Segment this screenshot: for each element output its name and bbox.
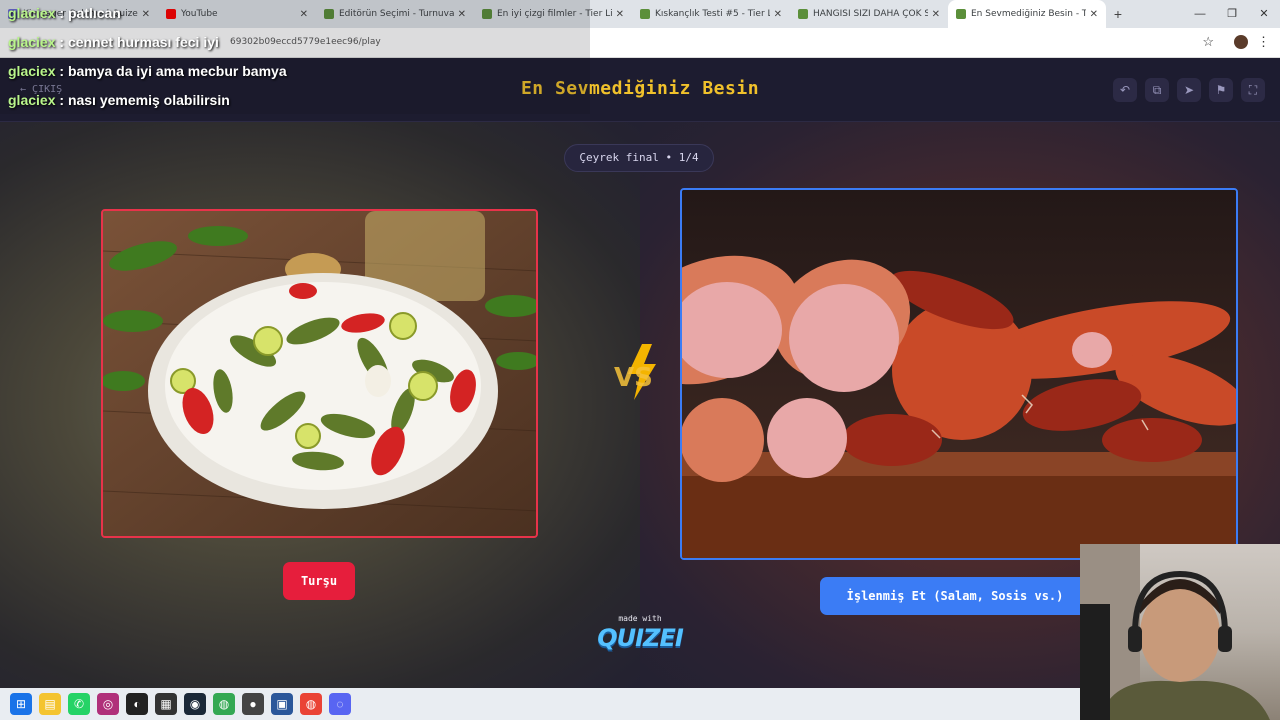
flag-icon[interactable]: ⚑ <box>1209 78 1233 102</box>
chat-text: bamya da iyi ama mecbur bamya <box>67 63 287 79</box>
app-icon[interactable]: ◐ <box>126 693 148 715</box>
tab-favicon-icon <box>640 9 650 19</box>
whatsapp-icon[interactable]: ✆ <box>68 693 90 715</box>
chat-username: glaciex <box>8 63 56 79</box>
tab-close-icon[interactable]: ✕ <box>932 9 940 20</box>
chat-message: glaciex : cennet hurması feci iyi <box>8 34 219 50</box>
chrome-active-icon[interactable]: ◍ <box>300 693 322 715</box>
chat-text: patlıcan <box>67 5 121 21</box>
quizei-logo[interactable]: QUIZEI <box>590 624 690 652</box>
send-icon[interactable]: ➤ <box>1177 78 1201 102</box>
tab-title: Kıskançlık Testi #5 - Tier List | K <box>655 9 770 19</box>
app-icon[interactable]: ▦ <box>155 693 177 715</box>
browser-menu-icon[interactable]: ⋮ <box>1257 34 1270 50</box>
app-icon[interactable]: ▣ <box>271 693 293 715</box>
tab-title: En Sevmediğiniz Besin - Tier Li <box>971 9 1086 19</box>
browser-tab[interactable]: HANGİSİ SİZİ DAHA ÇOK STRES ✕ <box>790 0 948 28</box>
browser-tab-active[interactable]: En Sevmediğiniz Besin - Tier Li ✕ <box>948 0 1106 28</box>
left-choice-card[interactable] <box>101 209 538 538</box>
close-window-icon[interactable]: ✕ <box>1248 0 1280 28</box>
chat-message: glaciex : patlıcan <box>8 5 121 21</box>
processed-meat-image <box>682 190 1236 558</box>
start-windows-icon[interactable]: ⊞ <box>10 693 32 715</box>
undo-icon[interactable]: ↶ <box>1113 78 1137 102</box>
chat-username: glaciex <box>8 5 56 21</box>
vs-text: VS <box>614 363 653 393</box>
streamer-webcam-image <box>1080 544 1270 720</box>
left-choice-button[interactable]: Turşu <box>283 562 355 600</box>
round-badge: Çeyrek final • 1/4 <box>564 144 714 172</box>
tab-favicon-icon <box>956 9 966 19</box>
app-icon[interactable]: ● <box>242 693 264 715</box>
profile-avatar[interactable] <box>1234 35 1248 49</box>
window-controls: — ❐ ✕ <box>1184 0 1280 28</box>
os-taskbar: ⊞ ▤ ✆ ◎ ◐ ▦ ◉ ◍ ● ▣ ◍ ◌ <box>0 688 1080 720</box>
share-icon[interactable]: ⧉ <box>1145 78 1169 102</box>
right-choice-button[interactable]: İşlenmiş Et (Salam, Sosis vs.) <box>820 577 1090 615</box>
app-icon[interactable]: ◎ <box>97 693 119 715</box>
file-explorer-icon[interactable]: ▤ <box>39 693 61 715</box>
right-choice-card[interactable] <box>680 188 1238 560</box>
webcam-overlay <box>1080 544 1280 720</box>
tab-favicon-icon <box>798 9 808 19</box>
tab-close-icon[interactable]: ✕ <box>616 9 624 20</box>
vs-lightning-icon: VS <box>614 344 656 400</box>
chat-username: glaciex <box>8 92 56 108</box>
steam-icon[interactable]: ◉ <box>184 693 206 715</box>
tab-close-icon[interactable]: ✕ <box>774 9 782 20</box>
fullscreen-icon[interactable]: ⛶ <box>1241 78 1265 102</box>
bookmark-star-icon[interactable]: ☆ <box>1202 34 1214 50</box>
new-tab-plus-icon[interactable]: + <box>1106 6 1130 22</box>
tab-close-icon[interactable]: ✕ <box>1090 9 1098 20</box>
pickles-image <box>103 211 536 536</box>
maximize-icon[interactable]: ❐ <box>1216 0 1248 28</box>
made-with-label: made with <box>618 614 662 623</box>
chat-message: glaciex : nası yememiş olabilirsin <box>8 92 230 108</box>
chat-text: cennet hurması feci iyi <box>67 34 219 50</box>
tab-title: HANGİSİ SİZİ DAHA ÇOK STRES <box>813 9 928 19</box>
chrome-icon[interactable]: ◍ <box>213 693 235 715</box>
browser-tab[interactable]: Kıskançlık Testi #5 - Tier List | K ✕ <box>632 0 790 28</box>
chat-username: glaciex <box>8 34 56 50</box>
minimize-icon[interactable]: — <box>1184 0 1216 28</box>
chat-message: glaciex : bamya da iyi ama mecbur bamya <box>8 63 287 79</box>
app-icon[interactable]: ◌ <box>329 693 351 715</box>
chat-text: nası yememiş olabilirsin <box>67 92 230 108</box>
screen: Kimyager Oylama | Quizei ✕ YouTube ✕ Edi… <box>0 0 1280 720</box>
stream-chat-overlay: glaciex : patlıcan glaciex : cennet hurm… <box>0 0 590 114</box>
